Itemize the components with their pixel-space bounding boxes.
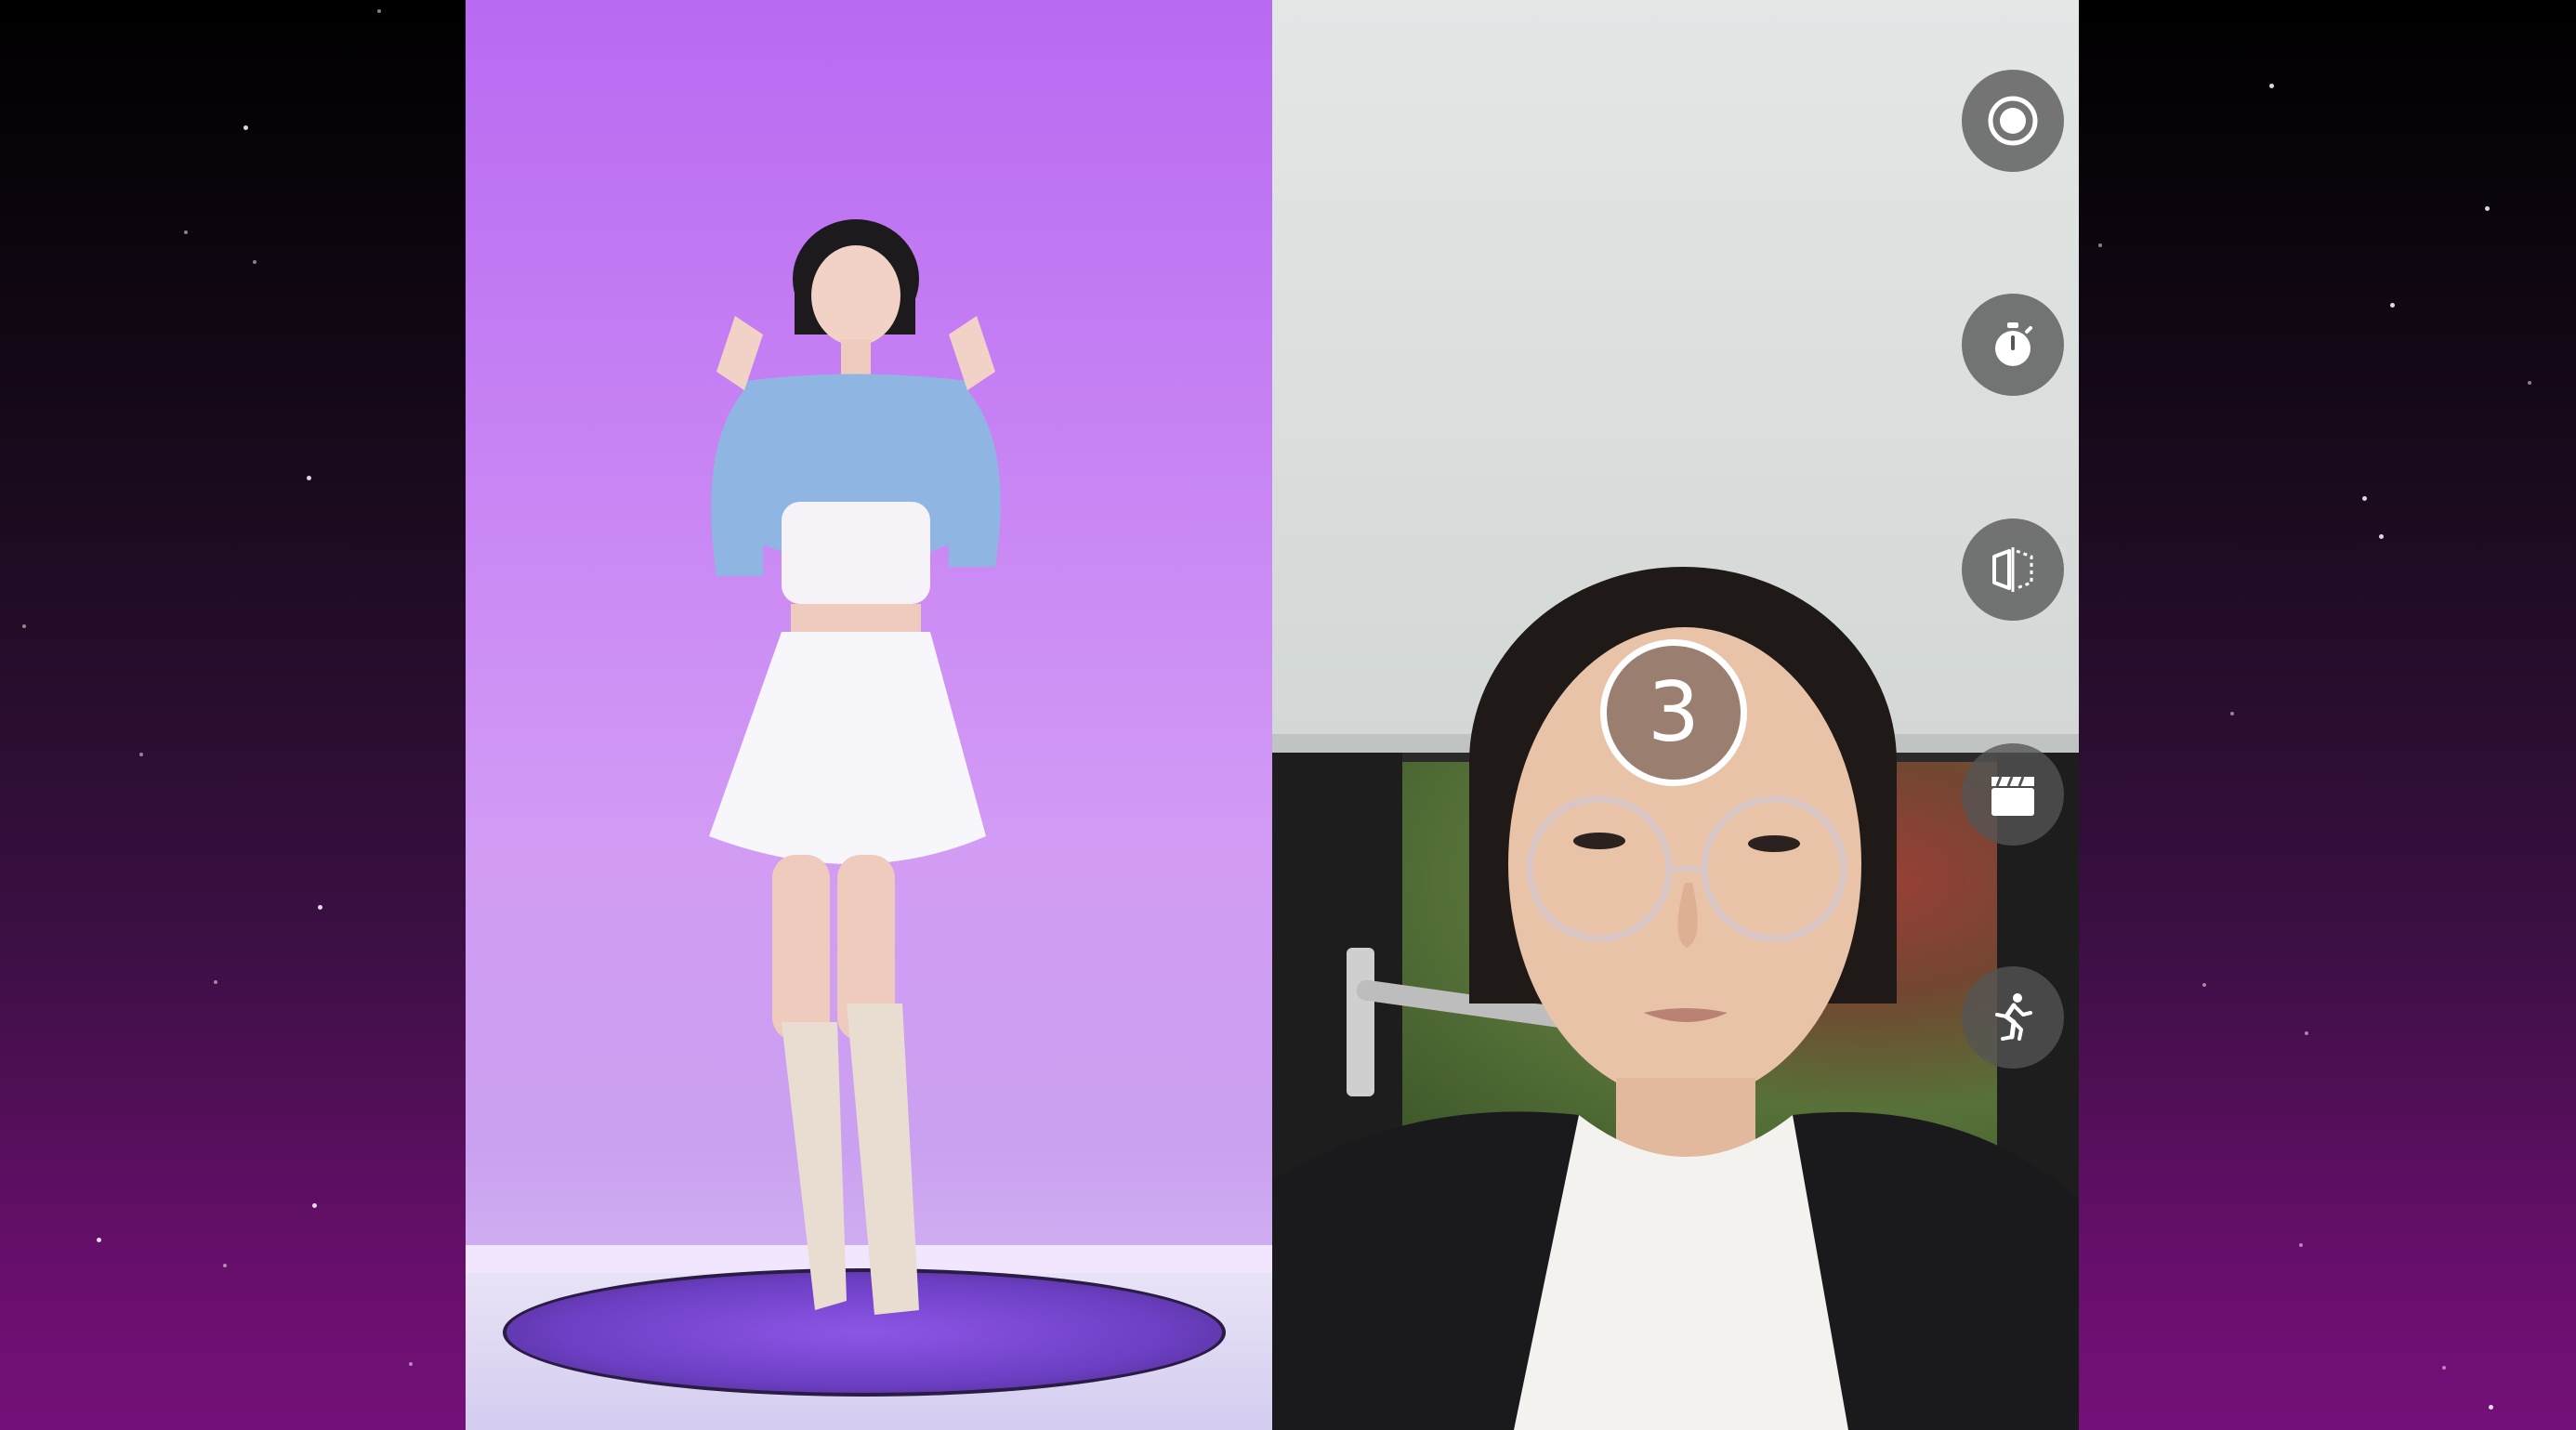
star (377, 9, 381, 13)
running-person-icon (1995, 993, 2032, 1041)
star (97, 1238, 101, 1242)
dancer-figure (709, 219, 1001, 1315)
stopwatch-icon (1995, 322, 2032, 366)
clapperboard-icon (1991, 776, 2034, 816)
star (2202, 983, 2206, 987)
star (2390, 303, 2395, 308)
star (223, 1264, 227, 1267)
mirror-button[interactable] (1962, 518, 2064, 621)
reference-video-panel (466, 0, 1272, 1430)
star (409, 1362, 413, 1366)
star (312, 1203, 317, 1208)
star (2489, 1405, 2493, 1410)
star (184, 230, 188, 234)
star (2098, 243, 2102, 247)
star (2442, 1366, 2446, 1370)
app-stage: 3 (0, 0, 2576, 1430)
star (2230, 712, 2234, 715)
star (2362, 496, 2367, 501)
star (2485, 206, 2490, 211)
star (2528, 381, 2531, 385)
star (243, 125, 248, 130)
star (307, 476, 311, 480)
mirror-flip-icon (1992, 547, 2033, 592)
star (2269, 84, 2274, 88)
star (2379, 534, 2384, 539)
countdown-timer: 3 (1600, 639, 1747, 786)
star (2299, 1243, 2303, 1247)
record-button[interactable] (1962, 70, 2064, 172)
star (139, 753, 143, 756)
star (2305, 1031, 2308, 1035)
record-icon (1988, 96, 2038, 146)
star (253, 260, 256, 264)
clip-button[interactable] (1962, 743, 2064, 846)
star (318, 905, 322, 910)
star (214, 980, 217, 984)
star (22, 624, 26, 628)
timer-button[interactable] (1962, 294, 2064, 396)
motion-button[interactable] (1962, 966, 2064, 1069)
